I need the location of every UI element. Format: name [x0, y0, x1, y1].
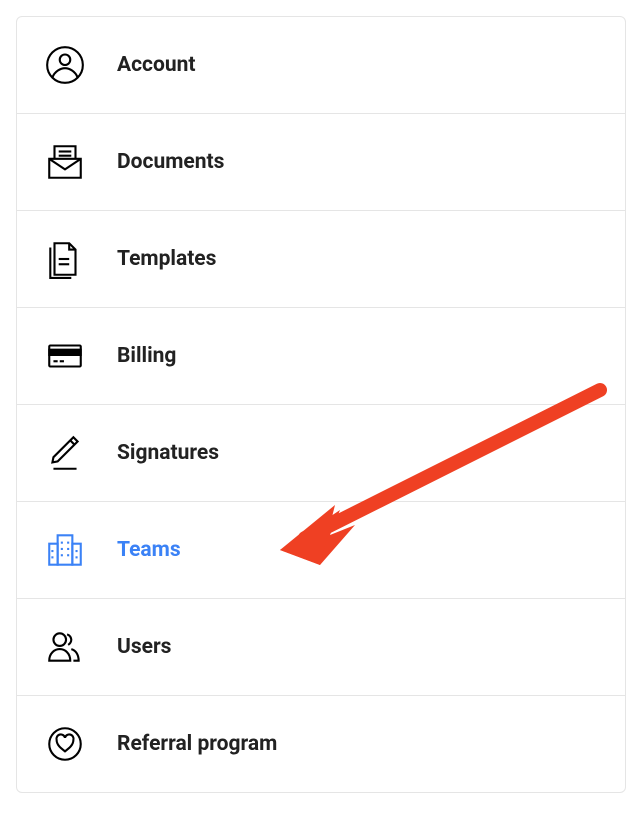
account-icon — [41, 41, 89, 89]
menu-item-signatures[interactable]: Signatures — [17, 405, 625, 502]
menu-label: Referral program — [117, 732, 277, 756]
users-icon — [41, 623, 89, 671]
menu-label: Account — [117, 53, 195, 77]
templates-icon — [41, 235, 89, 283]
menu-item-billing[interactable]: Billing — [17, 308, 625, 405]
menu-item-templates[interactable]: Templates — [17, 211, 625, 308]
menu-item-referral[interactable]: Referral program — [17, 696, 625, 792]
teams-icon — [41, 526, 89, 574]
menu-item-teams[interactable]: Teams — [17, 502, 625, 599]
menu-label: Signatures — [117, 441, 219, 465]
menu-item-account[interactable]: Account — [17, 17, 625, 114]
menu-label: Teams — [117, 538, 181, 562]
referral-icon — [41, 720, 89, 768]
menu-item-users[interactable]: Users — [17, 599, 625, 696]
signatures-icon — [41, 429, 89, 477]
billing-icon — [41, 332, 89, 380]
menu-label: Users — [117, 635, 171, 659]
documents-icon — [41, 138, 89, 186]
menu-label: Templates — [117, 247, 216, 271]
menu-label: Billing — [117, 344, 176, 368]
menu-item-documents[interactable]: Documents — [17, 114, 625, 211]
settings-menu: Account Documents Templates — [16, 16, 626, 793]
menu-label: Documents — [117, 150, 224, 174]
